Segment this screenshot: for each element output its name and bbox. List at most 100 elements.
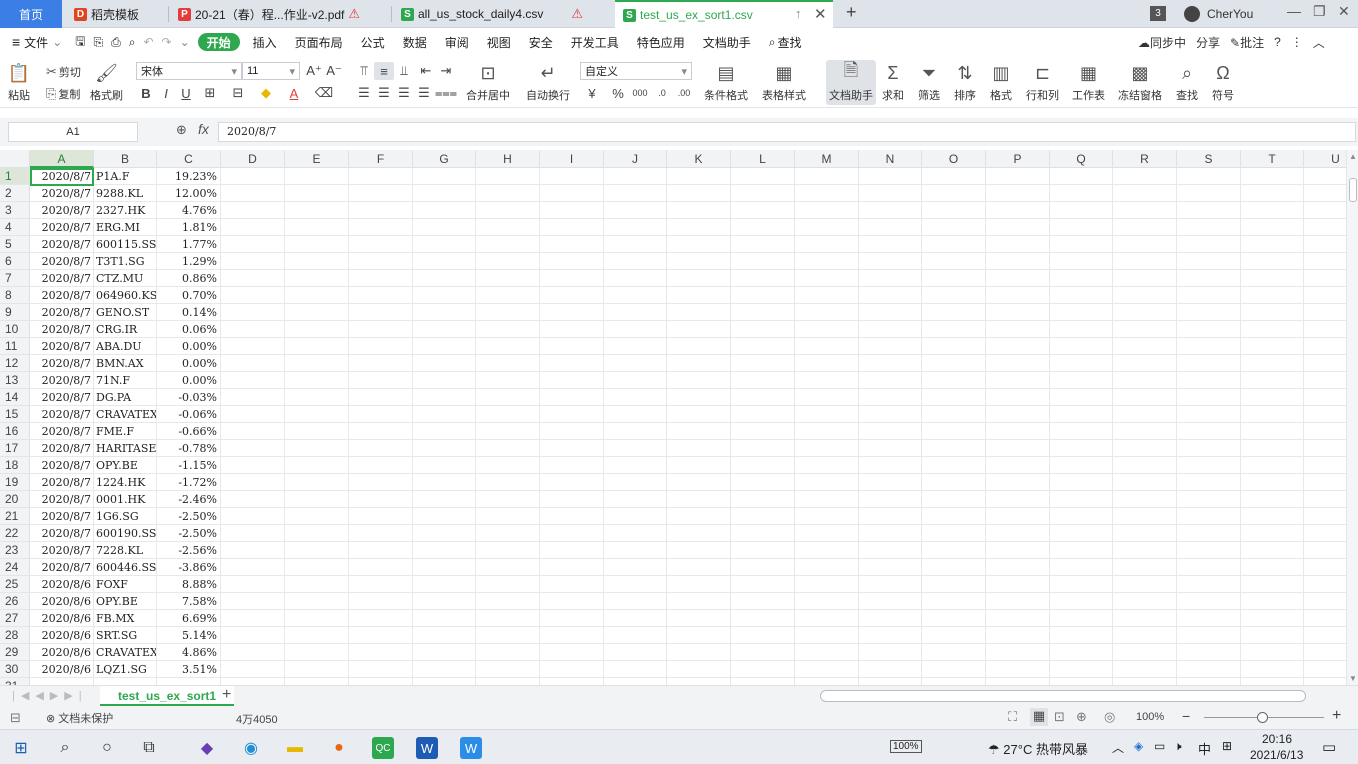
row-header[interactable]: 14 [0,389,30,406]
grid-cell[interactable] [1113,440,1177,457]
grid-cell[interactable] [922,542,986,559]
grid-cell[interactable] [795,304,859,321]
scroll-down-icon[interactable]: ▼ [1349,674,1357,683]
grid-cell[interactable] [604,338,667,355]
grid-cell[interactable] [795,593,859,610]
grid-cell[interactable] [1113,219,1177,236]
grid-cell[interactable]: FOXF [94,576,157,593]
grid-cell[interactable] [604,202,667,219]
column-header-s[interactable]: S [1177,150,1241,168]
grid-cell[interactable] [1177,270,1241,287]
row-header[interactable]: 21 [0,508,30,525]
grid-cell[interactable] [859,474,922,491]
grid-cell[interactable] [859,304,922,321]
grid-cell[interactable] [731,406,795,423]
grid-cell[interactable] [285,287,349,304]
grid-cell[interactable] [1304,355,1346,372]
grid-cell[interactable] [285,627,349,644]
grid-cell[interactable] [667,321,731,338]
grid-cell[interactable] [731,270,795,287]
grid-cell[interactable]: 2327.HK [94,202,157,219]
zoom-in-icon[interactable]: + [1332,707,1341,725]
grid-cell[interactable] [667,287,731,304]
grid-cell[interactable] [1113,168,1177,185]
grid-cell[interactable] [413,542,476,559]
grid-cell[interactable] [349,661,413,678]
grid-cell[interactable] [1177,508,1241,525]
grid-cell[interactable] [1177,202,1241,219]
grid-cell[interactable] [1304,338,1346,355]
grid-cell[interactable] [795,338,859,355]
grid-cell[interactable] [413,287,476,304]
grid-cell[interactable] [604,661,667,678]
row-header[interactable]: 13 [0,372,30,389]
menu-developer[interactable]: 开发工具 [562,28,628,56]
grid-cell[interactable] [1304,202,1346,219]
add-sheet-button[interactable]: + [222,686,231,704]
grid-cell[interactable] [1304,236,1346,253]
grid-cell[interactable]: -0.78% [157,440,221,457]
zoom-slider-thumb[interactable] [1257,712,1268,723]
grid-cell[interactable] [604,423,667,440]
grid-cell[interactable] [986,338,1050,355]
row-header[interactable]: 22 [0,525,30,542]
grid-cell[interactable] [1177,236,1241,253]
grid-cell[interactable] [731,253,795,270]
clock-time[interactable]: 20:16 [1262,732,1292,746]
grid-cell[interactable] [1050,423,1113,440]
grid-cell[interactable] [859,678,922,685]
grid-cell[interactable] [221,338,285,355]
grid-cell[interactable] [413,644,476,661]
grid-cell[interactable]: OPY.BE [94,457,157,474]
grid-cell[interactable] [604,355,667,372]
grid-cell[interactable] [1050,661,1113,678]
column-header-d[interactable]: D [221,150,285,168]
grid-cell[interactable] [540,627,604,644]
notification-icon[interactable]: ▭ [1322,738,1336,756]
grid-cell[interactable] [413,355,476,372]
grid-cell[interactable] [1113,389,1177,406]
grid-cell[interactable] [1304,457,1346,474]
column-header-m[interactable]: M [795,150,859,168]
grid-cell[interactable] [476,474,540,491]
grid-cell[interactable] [1050,185,1113,202]
grid-cell[interactable] [986,457,1050,474]
grid-cell[interactable]: 7.58% [157,593,221,610]
grid-cell[interactable] [349,304,413,321]
grid-cell[interactable] [476,593,540,610]
grid-cell[interactable] [1177,168,1241,185]
grid-cell[interactable] [795,287,859,304]
grid-cell[interactable] [1113,423,1177,440]
grid-cell[interactable] [604,270,667,287]
filter-button[interactable]: ⏷ 筛选 [918,62,940,103]
grid-cell[interactable] [667,270,731,287]
grid-cell[interactable] [986,372,1050,389]
grid-cell[interactable] [604,542,667,559]
grid-cell[interactable] [859,576,922,593]
grid-cell[interactable]: CRG.IR [94,321,157,338]
window-count-badge[interactable]: 3 [1150,6,1166,21]
grid-cell[interactable]: GENO.ST [94,304,157,321]
grid-cell[interactable] [1050,559,1113,576]
grid-cell[interactable] [731,525,795,542]
column-header-c[interactable]: C [157,150,221,168]
dropbox-icon[interactable]: ◈ [1134,739,1143,753]
italic-button[interactable]: I [156,84,176,102]
grid-cell[interactable] [540,287,604,304]
wrap-text-button[interactable]: ↵ 自动换行 [526,62,570,103]
row-header[interactable]: 11 [0,338,30,355]
grid-cell[interactable] [1177,559,1241,576]
grid-cell[interactable] [922,491,986,508]
grid-cell[interactable] [986,627,1050,644]
grid-cell[interactable] [1113,338,1177,355]
grid-cell[interactable] [1241,627,1304,644]
grid-cell[interactable] [221,440,285,457]
grid-cell[interactable] [1113,321,1177,338]
grid-cell[interactable] [221,236,285,253]
grid-cell[interactable] [922,372,986,389]
sum-button[interactable]: Σ 求和 [882,62,904,103]
grid-cell[interactable] [221,491,285,508]
grid-cell[interactable] [731,457,795,474]
pin-icon[interactable]: ↑ [795,6,802,21]
grid-cell[interactable] [731,389,795,406]
